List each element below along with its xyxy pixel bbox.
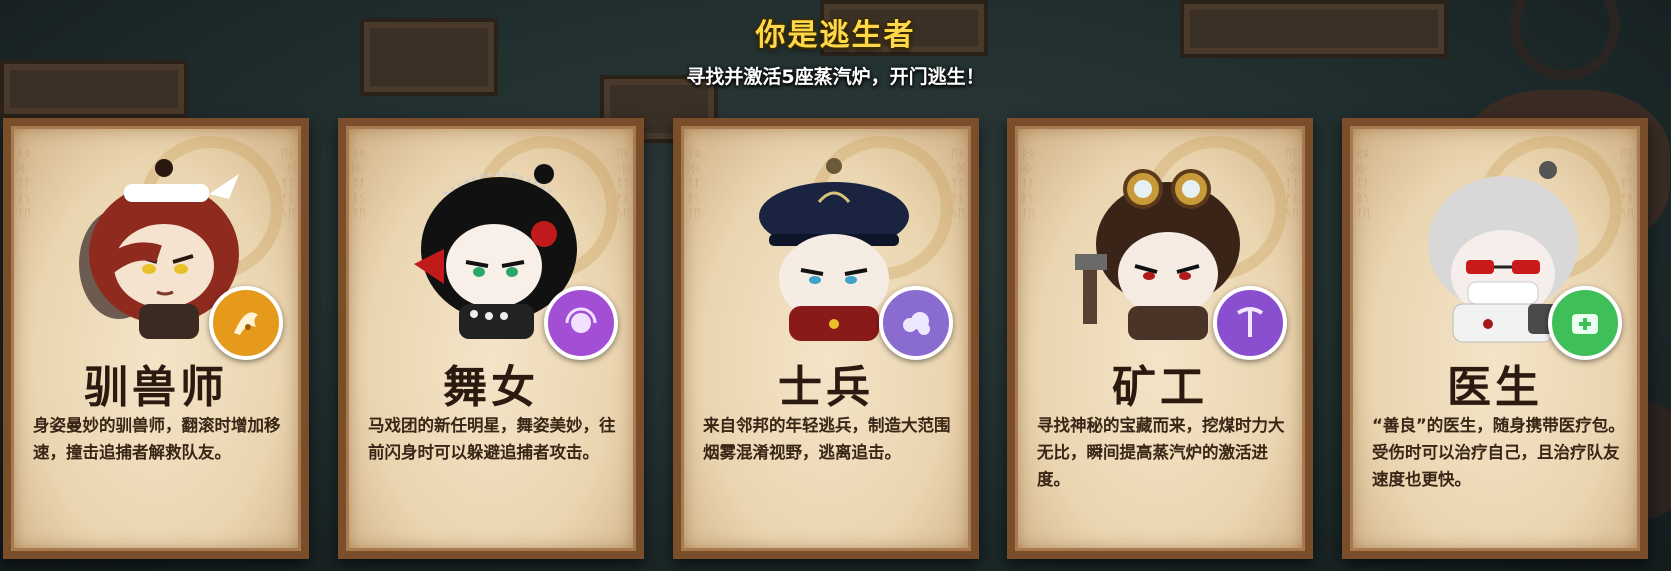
character-name: 舞女 [443,362,539,413]
character-description: 来自邻邦的年轻逃兵，制造大范围烟雾混淆视野，逃离追击。 [703,416,951,462]
objective-text: 寻找并激活5座蒸汽炉，开门逃生！ [686,66,985,88]
medkit-icon[interactable] [1548,286,1622,360]
character-card-beast-tamer[interactable]: ᚱᛟᛞᚲᛏᚨᛒᛊᛏᛖ ᛖᚱᚲᛞᛉᛏᚨᛒᛊᛖ 驯兽师 身姿曼妙的驯兽师，翻滚时增加… [3,118,309,559]
character-card-doctor[interactable]: ᚱᛟᛞᚲᛏᚨᛒᛊᛏᛖ ᛖᚱᚲᛞᛉᛏᚨᛒᛊᛖ 医生 “善良”的医生，随身携带医疗包… [1342,118,1648,559]
rune-border: ᚱᛟᛞᚲᛏᚨᛒᛊᛏᛖ [17,147,31,220]
smoke-icon[interactable] [879,286,953,360]
role-title: 你是逃生者 [755,18,916,53]
pickaxe-icon[interactable] [1213,286,1287,360]
dance-dodge-icon[interactable] [544,286,618,360]
character-name: 驯兽师 [84,362,228,413]
character-card-soldier[interactable]: ᚱᛟᛞᚲᛏᚨᛒᛊᛏᛖ ᛖᚱᚲᛞᛉᛏᚨᛒᛊᛖ 士兵 来自邻邦的年轻逃兵，制造大范围… [673,118,979,559]
character-name: 矿工 [1112,362,1208,413]
character-name: 士兵 [778,362,874,413]
character-description: 身姿曼妙的驯兽师，翻滚时增加移速，撞击追捕者解救队友。 [33,416,281,462]
rune-border: ᚱᛟᛞᚲᛏᚨᛒᛊᛏᛖ [687,147,701,220]
character-description: 寻找神秘的宝藏而来，挖煤时力大无比，瞬间提高蒸汽炉的激活进度。 [1037,416,1285,489]
character-description: “善良”的医生，随身携带医疗包。受伤时可以治疗自己，且治疗队友速度也更快。 [1372,416,1625,489]
character-card-miner[interactable]: ᚱᛟᛞᚲᛏᚨᛒᛊᛏᛖ ᛖᚱᚲᛞᛉᛏᚨᛒᛊᛖ 矿工 寻找神秘的宝藏而来，挖煤时力大… [1007,118,1313,559]
rune-border: ᚱᛟᛞᚲᛏᚨᛒᛊᛏᛖ [352,147,366,220]
beast-dash-icon[interactable] [209,286,283,360]
character-name: 医生 [1447,362,1543,413]
rune-border: ᚱᛟᛞᚲᛏᚨᛒᛊᛏᛖ [1356,147,1370,220]
character-card-dancer[interactable]: ᚱᛟᛞᚲᛏᚨᛒᛊᛏᛖ ᛖᚱᚲᛞᛉᛏᚨᛒᛊᛖ 舞女 马戏团的新任明星，舞姿美妙，往… [338,118,644,559]
character-description: 马戏团的新任明星，舞姿美妙，往前闪身时可以躲避追捕者攻击。 [368,416,616,462]
rune-border: ᚱᛟᛞᚲᛏᚨᛒᛊᛏᛖ [1021,147,1035,220]
